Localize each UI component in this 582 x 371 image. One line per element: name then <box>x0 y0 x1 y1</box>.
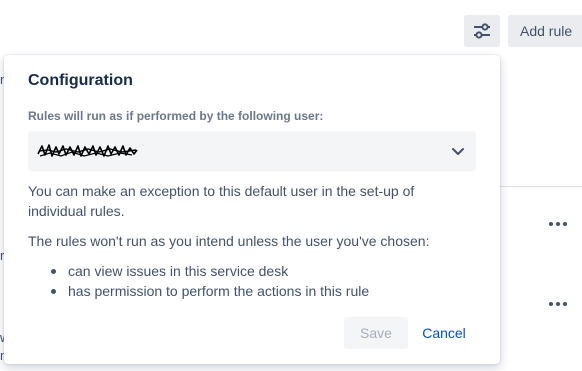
cancel-button[interactable]: Cancel <box>412 317 476 349</box>
sliders-icon <box>474 23 490 39</box>
dialog-title: Configuration <box>28 72 133 89</box>
save-button[interactable]: Save <box>344 317 408 349</box>
more-dot-icon <box>556 222 560 226</box>
more-dot-icon <box>556 302 560 306</box>
run-as-user-label: Rules will run as if performed by the fo… <box>28 109 324 123</box>
more-dot-icon <box>549 302 553 306</box>
configuration-dialog: Configuration Rules will run as if perfo… <box>4 55 500 364</box>
more-dot-icon <box>563 302 567 306</box>
list-item: has permission to perform the actions in… <box>28 281 369 301</box>
list-item: can view issues in this service desk <box>28 261 369 281</box>
redacted-user-scribble <box>37 144 138 157</box>
chevron-down-icon <box>452 148 464 155</box>
run-as-user-select[interactable] <box>28 131 476 171</box>
configuration-toggle-button[interactable] <box>464 15 500 47</box>
more-dot-icon <box>563 222 567 226</box>
background-divider <box>500 186 582 187</box>
rule-more-actions-button[interactable] <box>546 296 570 312</box>
warning-text: The rules won't run as you intend unless… <box>28 233 430 249</box>
exception-info-text: You can make an exception to this defaul… <box>28 183 415 219</box>
rule-more-actions-button[interactable] <box>546 216 570 232</box>
requirements-list: can view issues in this service desk has… <box>28 261 369 301</box>
add-rule-button[interactable]: Add rule <box>508 15 582 47</box>
more-dot-icon <box>549 222 553 226</box>
